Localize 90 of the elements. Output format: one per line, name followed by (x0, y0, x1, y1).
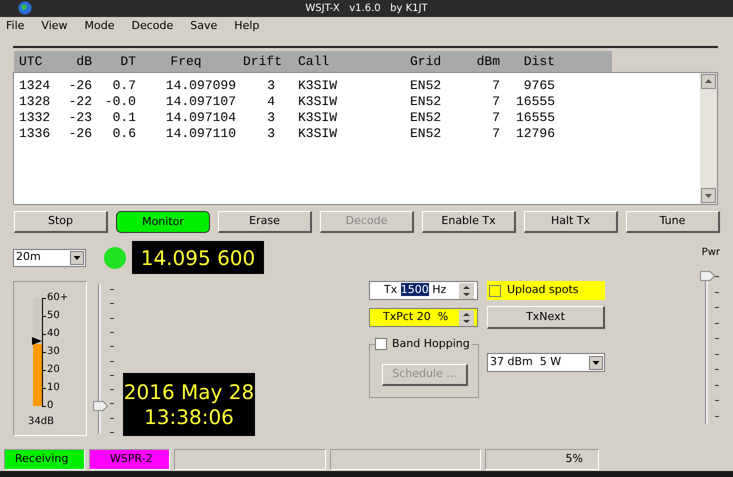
meter-scale-label: 20 (47, 365, 60, 375)
meter-scale-label: 60+ (47, 293, 68, 303)
table-cell-text: EN52 (409, 78, 442, 94)
table-cell-text: K3SIW (297, 110, 338, 126)
time-text: 13:38:06 (144, 404, 234, 430)
table-cell-text: 3 (266, 126, 276, 142)
table-cell-text: EN52 (409, 94, 442, 110)
column-header[interactable]: dB (55, 52, 92, 72)
column-header[interactable]: Call (288, 52, 400, 72)
table-cell-text: 14.097104 (164, 110, 236, 126)
tx-next-button[interactable]: TxNext (487, 306, 605, 329)
column-header[interactable]: dBm (460, 52, 500, 72)
menu-item[interactable]: Help (234, 18, 260, 34)
spin-arrows-icon[interactable] (459, 282, 474, 298)
meter-scale-label: 30 (47, 347, 60, 357)
table-cell-text: 0.6 (112, 126, 136, 142)
window-title: WSJT-X v1.6.0 by K1JT (305, 2, 428, 16)
band-hopping-checkbox[interactable]: Band Hopping (375, 336, 472, 352)
table-cell-text: -0.0 (104, 94, 136, 110)
power-slider[interactable] (700, 271, 720, 426)
table-cell-text: 4 (266, 94, 276, 110)
table-cell-text: K3SIW (297, 78, 338, 94)
table-cell-text: 1328 (19, 94, 52, 110)
mode-status: WSPR-2 (89, 449, 170, 470)
table-cell-text: 16555 (514, 110, 555, 126)
column-header[interactable]: Dist (500, 52, 555, 72)
column-header[interactable]: Drift (236, 52, 288, 72)
table-cell-text: 16555 (514, 94, 555, 110)
meter-scale-label: 10 (47, 383, 60, 393)
column-header[interactable]: DT (92, 52, 136, 72)
meter-scale-label: 0 (47, 401, 54, 411)
column-header[interactable]: UTC (19, 52, 55, 72)
menu-item[interactable]: Mode (84, 18, 115, 34)
table-cell-text: EN52 (409, 126, 442, 142)
table-cell-text: -26 (68, 126, 92, 142)
meter-reading: 34dB (28, 415, 54, 429)
frequency-display: 14.095 600 (132, 241, 264, 274)
scroll-up-icon[interactable] (701, 74, 716, 89)
column-header[interactable]: Grid (400, 52, 460, 72)
table-cell-text: 3 (266, 78, 276, 94)
power-dropdown[interactable]: 37 dBm 5 W (487, 353, 605, 372)
table-cell-text: 7 (491, 94, 500, 110)
globe-icon (18, 1, 32, 15)
table-cell-text: 14.097107 (164, 94, 236, 110)
tx-frequency-spinbox[interactable]: Tx 1500 Hz (369, 281, 478, 300)
column-header[interactable]: Freq (136, 52, 236, 72)
power-label: Pwr (702, 246, 720, 260)
menu-item[interactable]: Decode (132, 18, 174, 34)
meter-scale-label: 40 (47, 329, 60, 339)
scrollbar[interactable] (700, 73, 717, 204)
table-cell-text: K3SIW (297, 94, 338, 110)
table-cell-text: -26 (68, 78, 92, 94)
progress-panel: 5% (485, 449, 599, 470)
table-cell-text: -22 (68, 94, 92, 110)
table-cell-text: 3 (266, 110, 276, 126)
toolbar-button[interactable]: Enable Tx (422, 211, 516, 233)
meter-scale-label: 50 (47, 311, 60, 321)
table-cell-text: 1336 (19, 126, 52, 142)
table-cell-text: 14.097099 (164, 78, 236, 94)
menu-item[interactable]: Save (190, 18, 218, 34)
upload-spots-checkbox[interactable]: Upload spots (487, 281, 605, 300)
toolbar-button[interactable]: Stop (14, 211, 108, 233)
receiving-status: Receiving (4, 449, 85, 470)
menu-item[interactable]: View (41, 18, 68, 34)
toolbar-button[interactable]: Tune (626, 211, 720, 233)
table-cell-text: 1324 (19, 78, 52, 94)
table-cell-text: 0.7 (112, 78, 136, 94)
slider-thumb[interactable] (93, 401, 108, 411)
table-cell-text: 14.097110 (164, 126, 236, 142)
tx-percent-spinbox[interactable]: TxPct 20 % (369, 308, 478, 327)
table-cell-text: -23 (68, 110, 92, 126)
spin-arrows-icon[interactable] (459, 310, 474, 326)
menu-item[interactable]: File (6, 18, 24, 34)
table-cell-text: K3SIW (297, 126, 338, 142)
date-text: 2016 May 28 (124, 380, 254, 404)
table-cell-text: 0.1 (112, 110, 136, 126)
band-dropdown[interactable]: 20m (13, 248, 86, 266)
status-indicator (104, 246, 126, 268)
toolbar-button[interactable]: Erase (218, 211, 312, 233)
slider-thumb[interactable] (700, 271, 715, 281)
table-cell-text: 7 (491, 78, 500, 94)
table-cell-text: 9765 (522, 78, 555, 94)
scroll-down-icon[interactable] (701, 188, 716, 203)
table-cell-text: 7 (491, 110, 500, 126)
table-cell-text: 7 (491, 126, 500, 142)
toolbar-button[interactable]: Halt Tx (524, 211, 618, 233)
table-cell-text: EN52 (409, 110, 442, 126)
table-cell-text: 12796 (514, 126, 555, 142)
toolbar-button[interactable]: Monitor (116, 211, 210, 233)
table-cell-text: 1332 (19, 110, 52, 126)
